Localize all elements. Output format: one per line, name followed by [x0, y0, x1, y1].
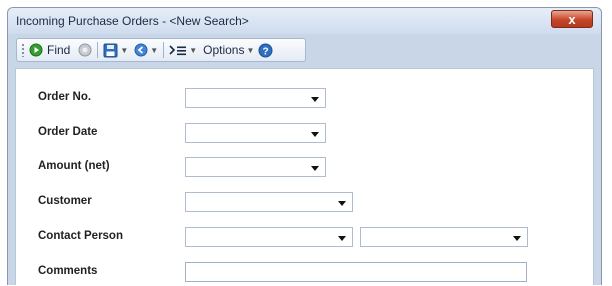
options-dropdown-icon: ▼	[246, 45, 255, 55]
customer-label: Customer	[38, 195, 92, 207]
chevron-down-icon[interactable]	[513, 236, 521, 241]
amount-label: Amount (net)	[38, 160, 110, 172]
toolbar-separator	[97, 42, 99, 58]
options-menu[interactable]: Options ▼	[203, 40, 254, 60]
save-button[interactable]: ▼	[103, 40, 128, 60]
title-bar: Incoming Purchase Orders - <New Search> …	[8, 8, 601, 34]
order-no-row: Order No.	[16, 88, 593, 110]
toolbar: Find ▼ ▼ ▼ Options ▼ ?	[16, 38, 306, 62]
comments-field[interactable]	[185, 262, 527, 282]
amount-field[interactable]	[185, 157, 326, 177]
order-date-field[interactable]	[185, 123, 326, 143]
close-button[interactable]: x	[551, 10, 593, 28]
find-icon	[29, 43, 43, 57]
chevron-down-icon[interactable]	[311, 132, 319, 137]
order-no-label: Order No.	[38, 91, 92, 103]
stop-button[interactable]	[78, 40, 92, 60]
save-icon	[103, 43, 118, 57]
comments-label: Comments	[38, 265, 98, 277]
order-no-field[interactable]	[185, 88, 326, 108]
order-date-label: Order Date	[38, 126, 98, 138]
search-window: Incoming Purchase Orders - <New Search> …	[7, 7, 602, 285]
options-label: Options	[203, 43, 245, 57]
back-dropdown-icon[interactable]: ▼	[150, 46, 158, 55]
list-icon	[169, 45, 187, 56]
chevron-down-icon[interactable]	[311, 166, 319, 171]
toolbar-separator	[163, 42, 165, 58]
order-date-row: Order Date	[16, 123, 593, 145]
comments-row: Comments	[16, 262, 593, 284]
list-dropdown-icon[interactable]: ▼	[189, 46, 197, 55]
find-button[interactable]: Find	[29, 40, 70, 60]
window-title: Incoming Purchase Orders - <New Search>	[16, 14, 249, 28]
contact-person-field[interactable]	[185, 227, 353, 247]
list-button[interactable]: ▼	[169, 40, 197, 60]
svg-text:?: ?	[263, 46, 269, 57]
save-dropdown-icon[interactable]: ▼	[120, 46, 128, 55]
customer-field[interactable]	[185, 192, 353, 212]
search-form: Order No. Order Date Amount (net) Custom…	[15, 68, 594, 285]
customer-row: Customer	[16, 192, 593, 214]
close-icon: x	[568, 11, 576, 27]
help-button[interactable]: ?	[258, 40, 273, 60]
contact-person-label: Contact Person	[38, 230, 123, 242]
chevron-down-icon[interactable]	[338, 236, 346, 241]
contact-person-row: Contact Person	[16, 227, 593, 249]
find-label: Find	[47, 43, 71, 57]
contact-person-secondary-field[interactable]	[360, 227, 528, 247]
stop-icon	[78, 43, 92, 57]
help-icon: ?	[258, 43, 273, 57]
toolbar-grip[interactable]	[21, 43, 25, 57]
back-button[interactable]: ▼	[134, 40, 158, 60]
back-icon	[134, 43, 148, 57]
amount-row: Amount (net)	[16, 157, 593, 179]
chevron-down-icon[interactable]	[338, 201, 346, 206]
chevron-down-icon[interactable]	[311, 97, 319, 102]
